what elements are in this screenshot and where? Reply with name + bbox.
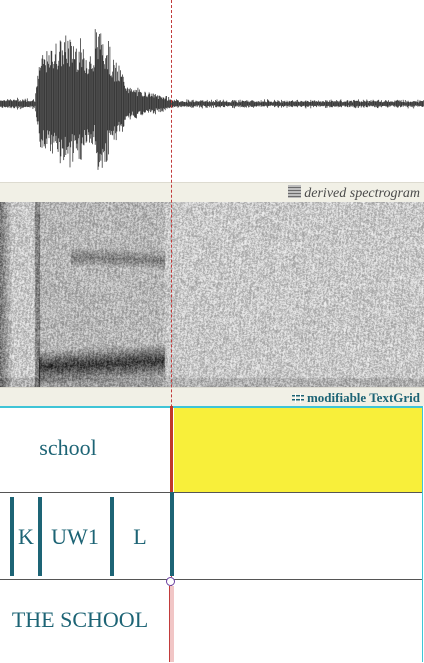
textgrid-icon	[291, 393, 304, 403]
phone-boundary-cursor[interactable]	[170, 492, 174, 576]
spectrogram-image[interactable]	[0, 202, 424, 387]
boundary-handle[interactable]	[166, 577, 175, 586]
textgrid-panel[interactable]: school K UW1 L THE SCHOOL	[0, 406, 424, 662]
waveform-trace	[0, 29, 424, 170]
cursor-column	[169, 586, 174, 662]
spectrogram-header: derived spectrogram	[0, 182, 424, 202]
textgrid-title: modifiable TextGrid	[306, 390, 420, 405]
spectrogram-panel[interactable]	[0, 202, 424, 387]
word-boundary-cursor[interactable]	[170, 406, 173, 492]
spectrogram-title: derived spectrogram	[304, 186, 420, 201]
textgrid-frame	[0, 406, 423, 662]
textgrid-header: modifiable TextGrid	[0, 387, 424, 406]
waveform-panel[interactable]	[0, 0, 424, 182]
spectrogram-icon	[288, 185, 302, 198]
waveform-plot[interactable]	[0, 0, 424, 182]
